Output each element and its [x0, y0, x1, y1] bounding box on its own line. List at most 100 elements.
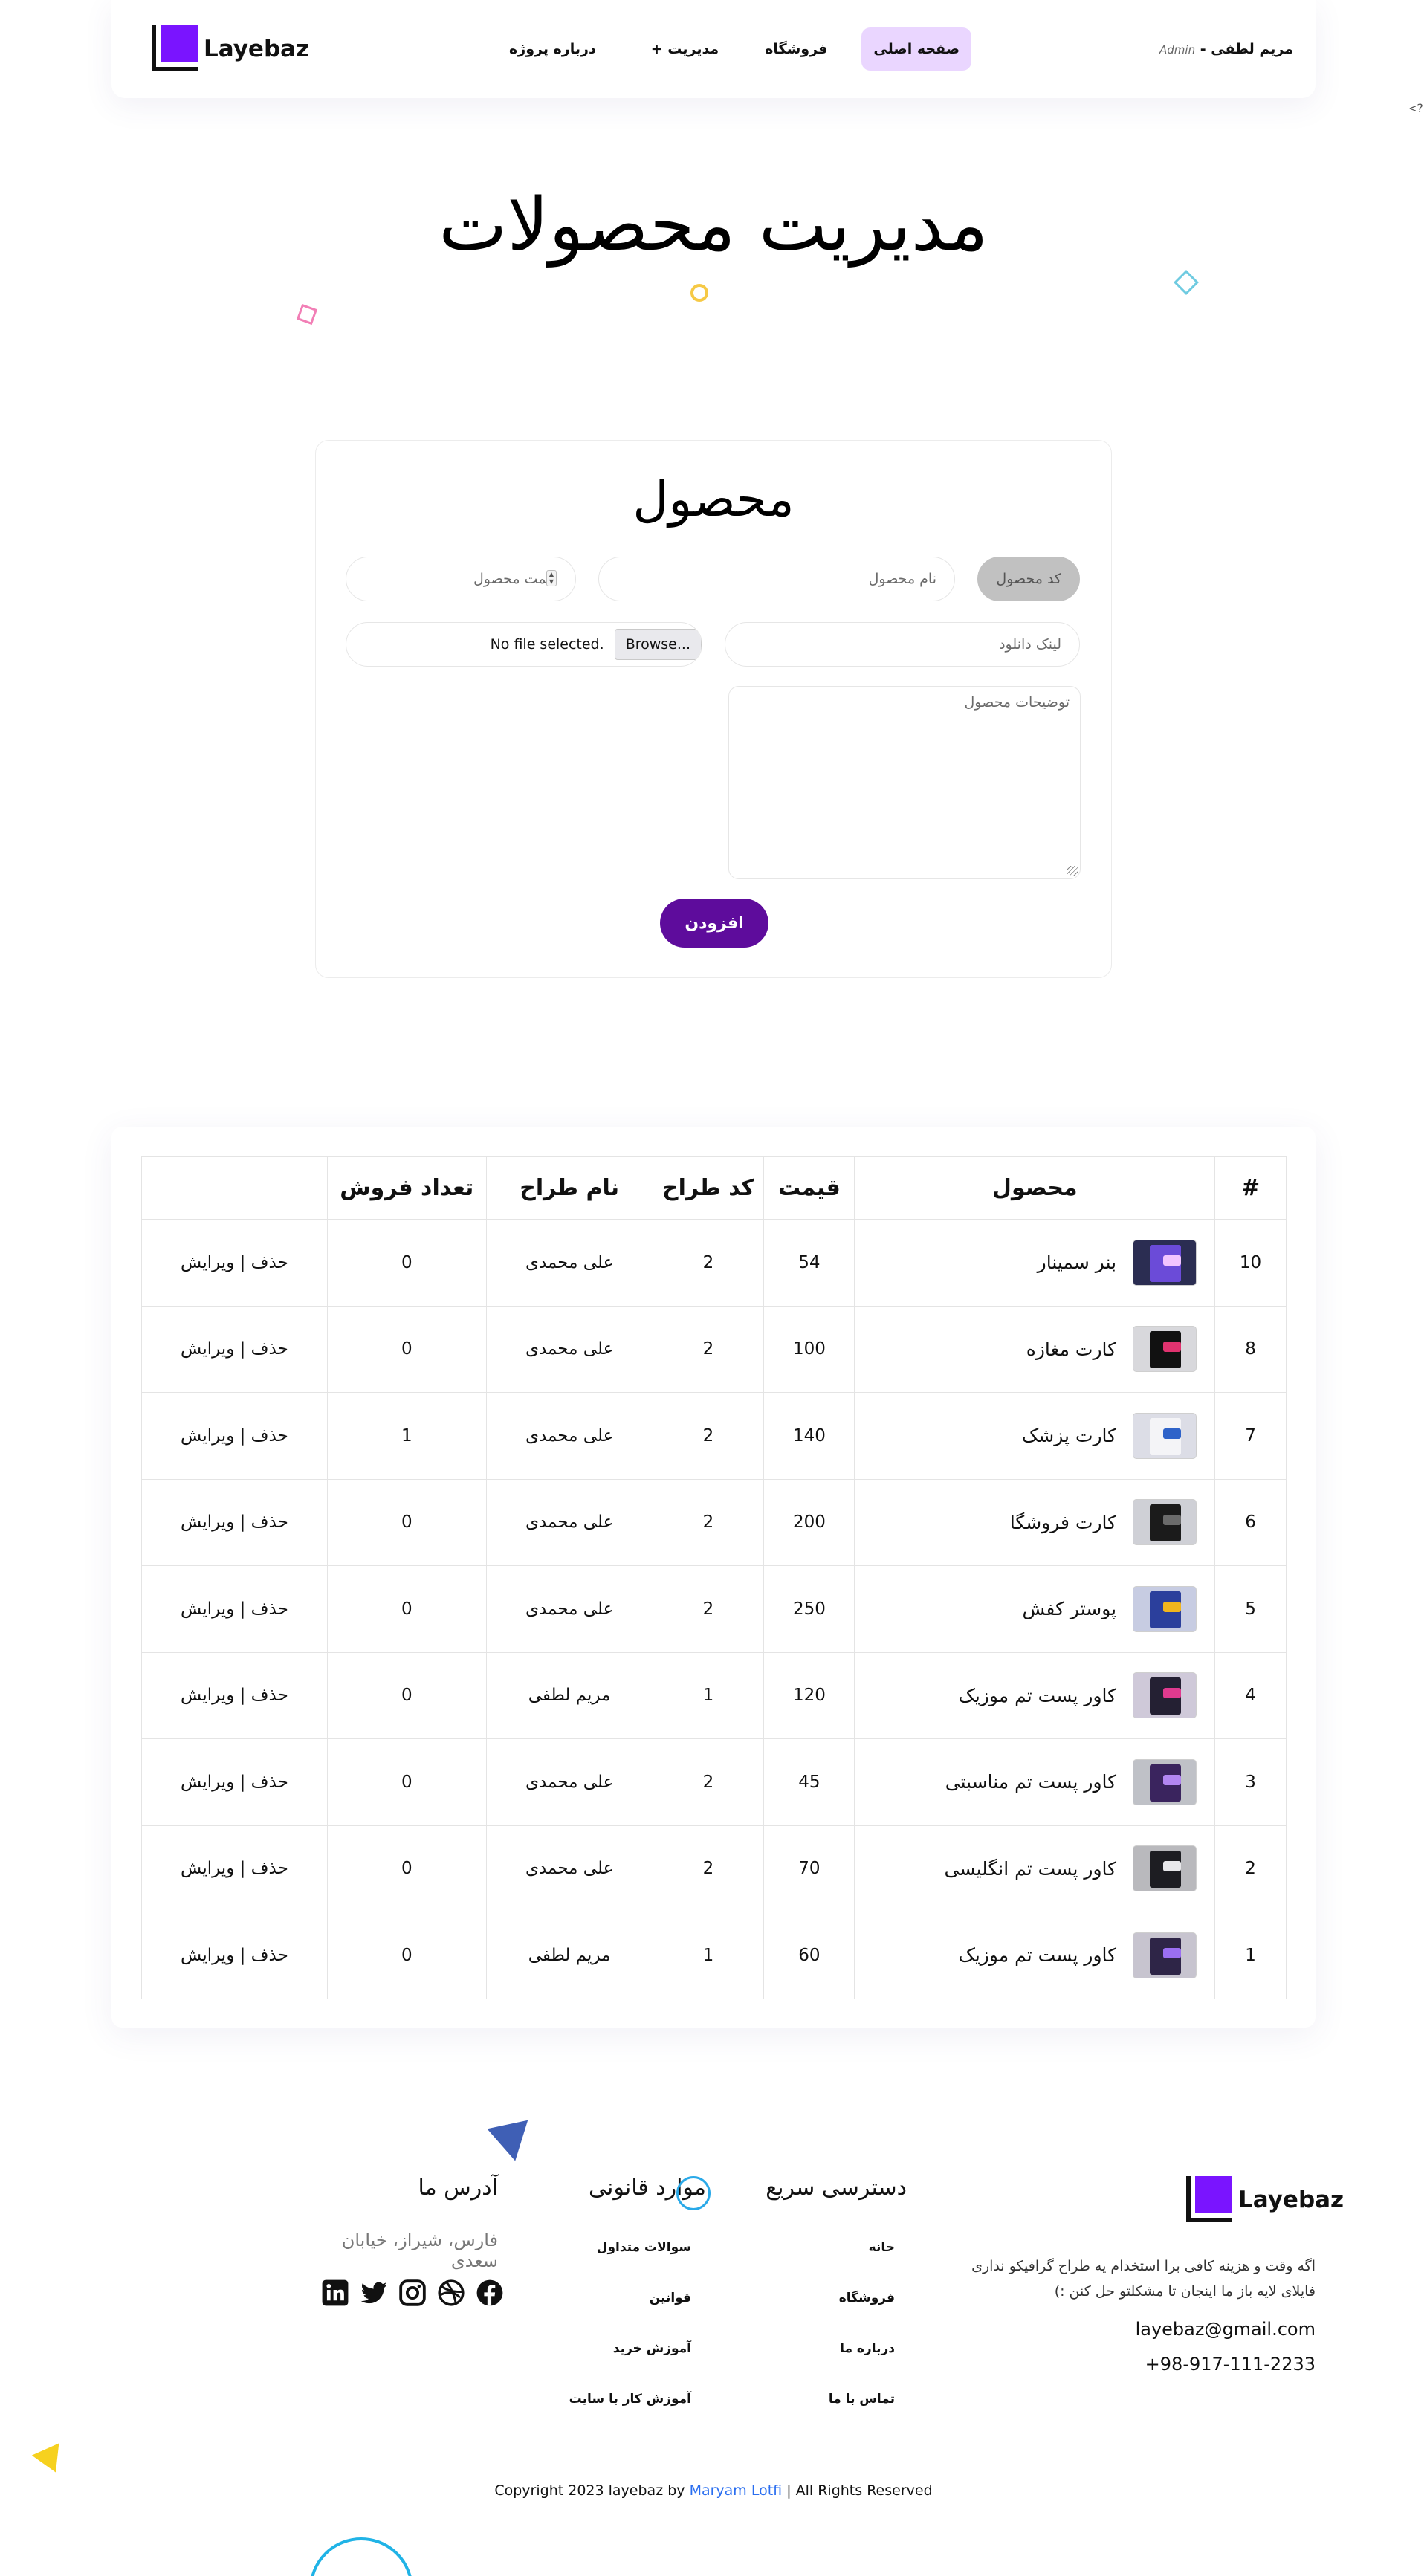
instagram-icon[interactable]	[398, 2279, 427, 2307]
footer-link-home[interactable]: خانه	[743, 2240, 895, 2255]
cell-price: 45	[763, 1738, 855, 1826]
cell-actions: حذف | ویرایش	[141, 1825, 328, 1912]
delete-edit-links[interactable]: حذف | ویرایش	[181, 1426, 288, 1446]
cell-id: 4	[1214, 1651, 1287, 1739]
file-status: No file selected.	[490, 636, 604, 653]
logo-text: Layebaz	[204, 36, 310, 62]
footer-link-site-guide[interactable]: آموزش کار با سایت	[535, 2392, 691, 2407]
footer-logo-text: Layebaz	[1238, 2187, 1345, 2213]
products-table: # محصول قیمت کد طراح نام طراح تعداد فروش…	[141, 1156, 1287, 1999]
browse-button[interactable]: Browse...	[614, 629, 702, 660]
delete-edit-links[interactable]: حذف | ویرایش	[181, 1253, 288, 1272]
cell-sales: 0	[326, 1912, 487, 1999]
dribbble-icon[interactable]	[437, 2279, 465, 2307]
footer-email[interactable]: layebaz@gmail.com	[1093, 2319, 1316, 2340]
table-row: 1 کاور پست تم موزیک 60 1 مریم لطفی 0 حذف…	[141, 1912, 1287, 1999]
table-row: 7 کارت پزشک 140 2 علی محمدی 1 حذف | ویرا…	[141, 1392, 1287, 1480]
delete-edit-links[interactable]: حذف | ویرایش	[181, 1339, 288, 1359]
nav-shop[interactable]: فروشگاه	[753, 27, 839, 71]
table-row: 3 کاور پست تم مناسبتی 45 2 علی محمدی 0 ح…	[141, 1738, 1287, 1826]
decor-square-cyan	[1174, 270, 1199, 295]
cell-designer-name: مریم لطفی	[485, 1651, 653, 1739]
main-nav: صفحه اصلی فروشگاه مدیریت + درباره پروژه	[497, 27, 972, 71]
cell-id: 2	[1214, 1825, 1287, 1912]
footer-link-contact[interactable]: تماس با ما	[743, 2392, 895, 2407]
table-row: 10 بنر سمینار 54 2 علی محمدی 0 حذف | ویر…	[141, 1219, 1287, 1307]
footer-link-buy-guide[interactable]: آموزش خرید	[535, 2341, 691, 2356]
header-logo[interactable]: Layebaz	[152, 25, 309, 73]
linkedin-icon[interactable]	[321, 2279, 349, 2307]
cell-sales: 1	[326, 1392, 487, 1480]
delete-edit-links[interactable]: حذف | ویرایش	[181, 1773, 288, 1792]
cell-designer-code: 2	[652, 1392, 765, 1480]
copyright: Copyright 2023 layebaz by Maryam Lotfi |…	[0, 2482, 1427, 2499]
cell-designer-name: علی محمدی	[485, 1305, 653, 1393]
delete-edit-links[interactable]: حذف | ویرایش	[181, 1686, 288, 1705]
footer-link-rules[interactable]: قوانین	[535, 2291, 691, 2305]
add-button[interactable]: افزودن	[660, 899, 768, 948]
decor-ring-cyan-small	[676, 2176, 711, 2210]
col-header-price: قیمت	[763, 1156, 855, 1220]
nav-home[interactable]: صفحه اصلی	[861, 27, 972, 71]
col-header-sales: تعداد فروش	[326, 1156, 487, 1220]
facebook-icon[interactable]	[476, 2279, 504, 2307]
product-thumbnail	[1133, 1412, 1197, 1459]
cell-id: 3	[1214, 1738, 1287, 1826]
product-name: کاور پست تم انگلیسی	[944, 1857, 1117, 1880]
description-field[interactable]	[728, 686, 1081, 879]
cell-product: کاور پست تم مناسبتی	[854, 1738, 1216, 1826]
col-header-actions	[141, 1156, 328, 1220]
footer-logo-mark-icon	[1186, 2176, 1235, 2224]
cell-product: کاور پست تم موزیک	[854, 1651, 1216, 1739]
product-name: پوستر کفش	[1022, 1598, 1117, 1620]
resize-handle-icon[interactable]	[1067, 866, 1078, 876]
copyright-prefix: Copyright 2023 layebaz by	[494, 2482, 685, 2499]
product-price-field[interactable]	[346, 557, 576, 601]
product-name: کارت مغازه	[1026, 1338, 1117, 1360]
cell-designer-code: 1	[652, 1651, 765, 1739]
delete-edit-links[interactable]: حذف | ویرایش	[181, 1599, 288, 1619]
cell-actions: حذف | ویرایش	[141, 1651, 328, 1739]
cell-price: 120	[763, 1651, 855, 1739]
cell-id: 1	[1214, 1912, 1287, 1999]
nav-about[interactable]: درباره پروژه	[497, 27, 608, 71]
download-link-field[interactable]	[725, 622, 1080, 667]
table-row: 5 پوستر کفش 250 2 علی محمدی 0 حذف | ویرا…	[141, 1565, 1287, 1653]
col-header-designer-name: نام طراح	[485, 1156, 653, 1220]
file-upload[interactable]: No file selected. Browse...	[346, 622, 702, 667]
cell-designer-code: 2	[652, 1305, 765, 1393]
product-code-field[interactable]	[977, 557, 1080, 601]
cell-price: 250	[763, 1565, 855, 1653]
table-header-row: # محصول قیمت کد طراح نام طراح تعداد فروش	[141, 1156, 1287, 1220]
cell-sales: 0	[326, 1651, 487, 1739]
decor-square-pink	[296, 303, 318, 326]
delete-edit-links[interactable]: حذف | ویرایش	[181, 1859, 288, 1878]
product-name-field[interactable]	[598, 557, 955, 601]
user-info[interactable]: مریم لطفی - Admin	[1159, 41, 1293, 57]
cell-designer-code: 2	[652, 1738, 765, 1826]
copyright-author-link[interactable]: Maryam Lotfi	[690, 2482, 783, 2499]
copyright-suffix: | All Rights Reserved	[786, 2482, 933, 2499]
number-spinner-icon[interactable]: ▲ ▼	[546, 570, 557, 586]
site-footer: Layebaz اگه وقت و هزینه کافی برا استخدام…	[0, 2111, 1427, 2576]
user-role: Admin	[1159, 43, 1196, 56]
corner-code: <?	[1409, 101, 1424, 115]
cell-designer-name: علی محمدی	[485, 1565, 653, 1653]
footer-phone[interactable]: +98-917-111-2233	[1093, 2354, 1316, 2375]
nav-manage[interactable]: مدیریت +	[630, 27, 731, 71]
footer-logo[interactable]: Layebaz	[1186, 2176, 1344, 2224]
cell-product: کارت مغازه	[854, 1305, 1216, 1393]
cell-sales: 0	[326, 1565, 487, 1653]
product-thumbnail	[1133, 1845, 1197, 1892]
delete-edit-links[interactable]: حذف | ویرایش	[181, 1512, 288, 1532]
product-thumbnail	[1133, 1585, 1197, 1632]
site-header: Layebaz صفحه اصلی فروشگاه مدیریت + دربار…	[111, 0, 1316, 98]
cell-product: کاور پست تم موزیک	[854, 1912, 1216, 1999]
delete-edit-links[interactable]: حذف | ویرایش	[181, 1946, 288, 1965]
product-name: کارت فروشگا	[1009, 1511, 1117, 1533]
twitter-icon[interactable]	[360, 2279, 388, 2307]
footer-link-faq[interactable]: سوالات متداول	[535, 2240, 691, 2255]
footer-link-shop[interactable]: فروشگاه	[743, 2291, 895, 2305]
footer-link-about[interactable]: درباره ما	[743, 2341, 895, 2356]
cell-designer-name: علی محمدی	[485, 1392, 653, 1480]
